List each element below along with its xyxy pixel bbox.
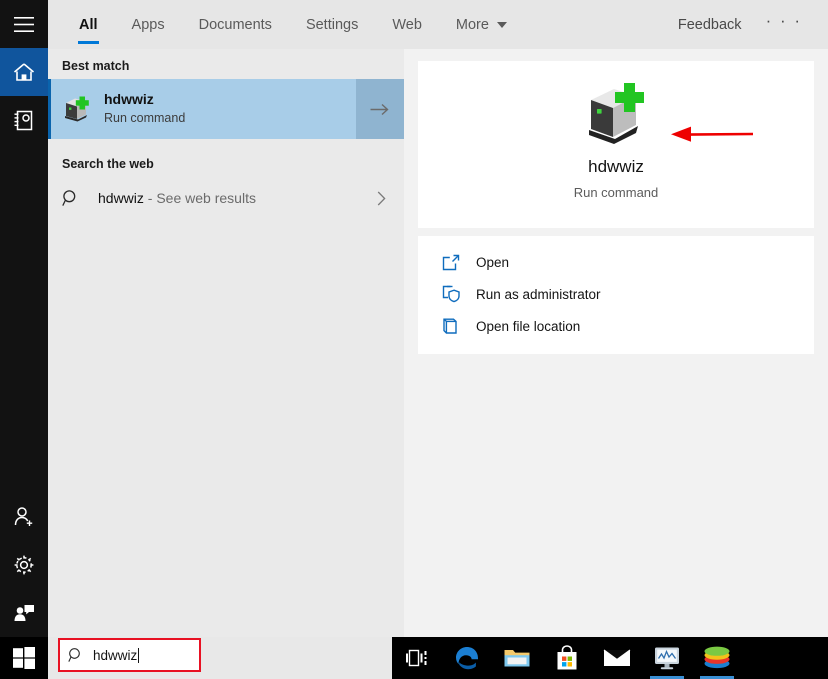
best-match-text: hdwwiz Run command [104,91,185,127]
notebook-icon [14,110,33,130]
feedback-icon [14,605,34,621]
microsoft-store-icon [557,645,577,670]
task-view-icon [406,649,427,667]
windows-logo-icon [13,647,35,669]
start-button[interactable] [0,637,48,679]
tab-apps-label: Apps [131,16,165,33]
rail-item-feedback[interactable] [0,589,48,637]
search-icon [62,189,98,207]
action-open-file-location[interactable]: Open file location [418,310,814,342]
rail-item-account[interactable] [0,493,48,541]
rail-item-notebook[interactable] [0,96,48,144]
account-add-icon [14,507,33,526]
best-match-expand-button[interactable] [356,79,404,139]
home-icon [13,63,35,81]
action-open-file-location-label: Open file location [476,318,581,334]
start-menu-rail [0,0,48,637]
taskbar-item-mail[interactable] [592,637,642,679]
windows-search-screen: All Apps Documents Settings Web More Fee… [0,0,828,679]
tab-settings[interactable]: Settings [289,0,375,49]
gear-icon [14,555,34,575]
text-cursor [138,647,140,663]
taskbar-search-input[interactable]: hdwwiz [93,647,140,663]
selection-accent-bar [48,79,51,139]
tab-more[interactable]: More [439,0,524,49]
header-right-group: Feedback · · · [666,0,828,49]
preview-subtitle: Run command [573,185,659,200]
web-result-suffix: - See web results [143,190,256,206]
rail-item-settings[interactable] [0,541,48,589]
taskbar-item-microsoft-store[interactable] [542,637,592,679]
feedback-button[interactable]: Feedback [666,17,754,33]
folder-icon [442,317,476,335]
taskbar-search-box[interactable]: hdwwiz [58,638,201,672]
best-match-subtitle: Run command [104,111,186,125]
web-result-label: hdwwiz - See web results [98,190,256,206]
action-run-as-administrator-label: Run as administrator [476,286,601,302]
taskbar-icons [392,637,742,679]
open-icon [442,254,476,271]
hardware-wizard-icon [48,79,104,139]
bluestacks-icon [704,646,730,669]
taskbar-item-system-monitor[interactable] [642,637,692,679]
rail-item-home[interactable] [0,48,48,96]
web-search-heading: Search the web [62,157,154,171]
shield-icon [442,285,476,303]
taskbar-item-edge[interactable] [442,637,492,679]
preview-hero-card: hdwwiz Run command [418,61,814,228]
chevron-right-icon [377,177,386,219]
file-explorer-icon [504,650,530,667]
results-column: Best match hdwwiz Run command Search the… [48,49,404,637]
action-open-label: Open [476,254,510,270]
chevron-down-icon [496,21,507,28]
edge-icon [456,647,478,670]
preview-app-icon [418,80,814,146]
taskbar-item-task-view[interactable] [392,637,442,679]
tab-more-label: More [455,16,489,33]
taskbar-search-value: hdwwiz [93,647,138,663]
rail-item-hamburger-menu[interactable] [0,0,48,48]
system-monitor-icon [655,647,679,670]
overflow-menu-icon[interactable]: · · · [754,11,814,39]
action-run-as-administrator[interactable]: Run as administrator [418,278,814,310]
preview-actions-card: Open Run as administrator Open file loca… [418,236,814,354]
search-icon [68,648,80,662]
web-result-row[interactable]: hdwwiz - See web results [48,177,404,219]
search-tabs: All Apps Documents Settings Web More [48,0,524,49]
tab-web-label: Web [392,16,422,33]
tab-settings-label: Settings [305,16,359,33]
tab-documents-label: Documents [198,16,272,33]
best-match-heading: Best match [62,59,130,73]
search-panel: All Apps Documents Settings Web More Fee… [48,0,828,637]
web-result-query: hdwwiz [98,190,144,206]
taskbar-item-bluestacks[interactable] [692,637,742,679]
preview-column: hdwwiz Run command Open Run as administr… [404,49,828,637]
mail-icon [603,649,631,666]
action-open[interactable]: Open [418,246,814,278]
tab-web[interactable]: Web [375,0,439,49]
best-match-row[interactable]: hdwwiz Run command [48,79,404,139]
tab-all[interactable]: All [62,0,115,49]
preview-title: hdwwiz [588,157,644,176]
tab-documents[interactable]: Documents [182,0,289,49]
tab-all-label: All [79,16,98,33]
tab-apps[interactable]: Apps [115,0,182,49]
hamburger-menu-icon [14,16,34,32]
best-match-title: hdwwiz [104,91,154,107]
rail-bottom-group [0,493,48,637]
taskbar-item-file-explorer[interactable] [492,637,542,679]
search-header: All Apps Documents Settings Web More Fee… [48,0,828,49]
arrow-right-icon [370,103,389,115]
